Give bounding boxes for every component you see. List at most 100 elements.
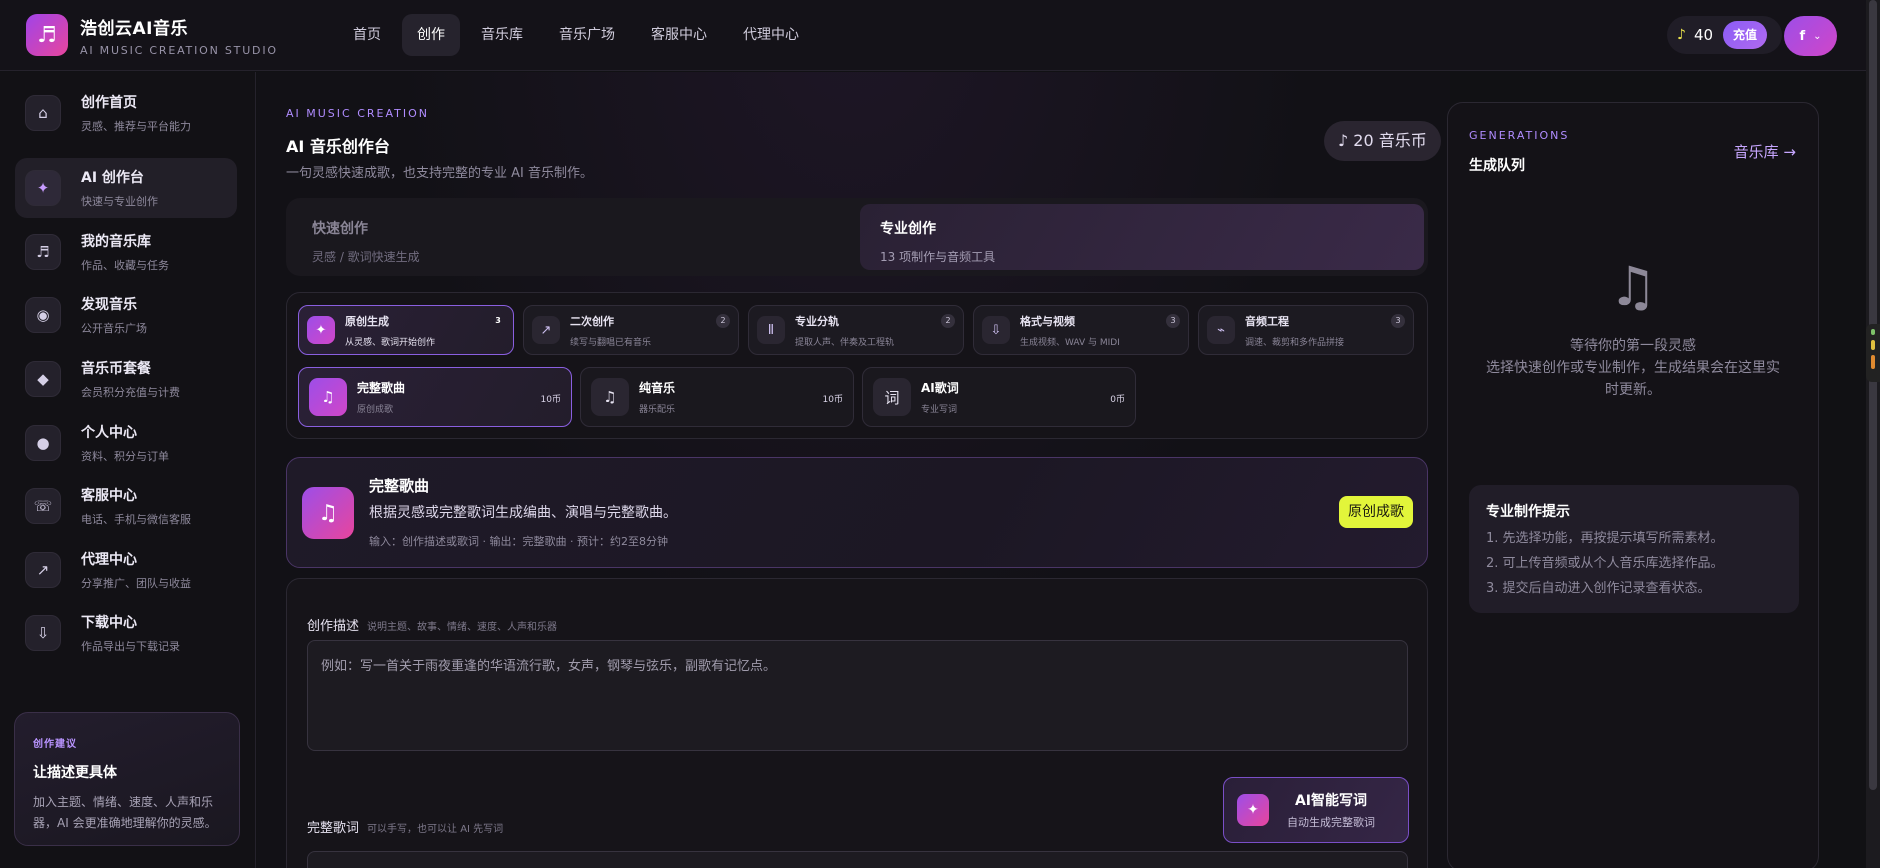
nav-home[interactable]: 首页 <box>338 14 396 56</box>
sidebar-item-profile[interactable]: ● 个人中心 资料、积分与订单 <box>15 413 237 473</box>
sparkle-icon: ✦ <box>25 170 61 206</box>
page-description: 一句灵感快速成歌，也支持完整的专业 AI 音乐制作。 <box>286 166 593 181</box>
tip-body: 加入主题、情绪、速度、人声和乐器，AI 会更准确地理解你的灵感。 <box>33 795 217 830</box>
sidebar-item-title: AI 创作台 <box>81 170 144 186</box>
category-format-video[interactable]: ⇩ 格式与视频生成视频、WAV 与 MIDI 3 <box>973 305 1189 355</box>
panel-title: 生成队列 <box>1469 158 1525 174</box>
tab-quick-create[interactable]: 快速创作 灵感 / 歌词快速生成 <box>292 204 856 270</box>
lyrics-icon: 词 <box>873 378 911 416</box>
sidebar-item-create-home[interactable]: ⌂ 创作首页 灵感、推荐与平台能力 <box>15 83 237 143</box>
download-icon: ⇩ <box>982 316 1010 344</box>
music-library-link[interactable]: 音乐库 → <box>1734 141 1796 162</box>
tip-line: 1. 先选择功能，再按提示填写所需素材。 <box>1486 531 1724 546</box>
detail-description: 根据灵感或完整歌词生成编曲、演唱与完整歌曲。 <box>369 505 677 521</box>
nav-music-plaza[interactable]: 音乐广场 <box>544 14 630 56</box>
lyrics-label-text: 完整歌词 <box>307 821 360 836</box>
category-sub: 生成视频、WAV 与 MIDI <box>1020 337 1120 348</box>
panel-eyebrow: GENERATIONS <box>1469 129 1570 142</box>
function-title: 完整歌曲 <box>357 381 406 395</box>
category-count: 2 <box>716 314 730 328</box>
sidebar-item-sub: 公开音乐广场 <box>81 322 147 335</box>
category-sub: 提取人声、伴奏及工程轨 <box>795 337 895 348</box>
tab-pro-create[interactable]: 专业创作 13 项制作与音频工具 <box>860 204 1424 270</box>
main-nav: 首页 创作 音乐库 音乐广场 客服中心 代理中心 <box>338 14 814 56</box>
description-hint: 说明主题、故事、情绪、速度、人声和乐器 <box>367 622 558 633</box>
ai-write-lyrics-button[interactable]: ✦ AI智能写词 自动生成完整歌词 <box>1223 777 1409 843</box>
category-original[interactable]: ✦ 原创生成 从灵感、歌词开始创作 3 <box>298 305 514 355</box>
music-note-icon: ♫ <box>302 487 354 539</box>
category-derivative[interactable]: ↗ 二次创作 续写与翻唱已有音乐 2 <box>523 305 739 355</box>
waveform-icon: ⌁ <box>1207 316 1235 344</box>
category-count: 3 <box>1391 314 1405 328</box>
function-title: AI歌词 <box>921 381 959 395</box>
tip-label: 创作建议 <box>33 739 77 750</box>
creation-tip-card: 创作建议 让描述更具体 加入主题、情绪、速度、人声和乐器，AI 会更准确地理解你… <box>14 712 240 846</box>
function-instrumental[interactable]: ♫ 纯音乐 器乐配乐 10币 <box>580 367 854 427</box>
description-input[interactable] <box>307 640 1408 751</box>
scrollbar-thumb[interactable] <box>1869 0 1877 790</box>
sidebar-item-sub: 作品、收藏与任务 <box>81 259 169 272</box>
coin-balance-badge: ♪ 20 音乐币 <box>1324 121 1441 161</box>
tab-subtitle: 灵感 / 歌词快速生成 <box>312 250 420 264</box>
sidebar-item-title: 创作首页 <box>81 95 137 111</box>
lyrics-hint: 可以手写，也可以让 AI 先写词 <box>367 824 504 835</box>
music-note-icon: ♫ <box>591 378 629 416</box>
main-content: AI MUSIC CREATION AI 音乐创作台 一句灵感快速成歌，也支持完… <box>257 72 1450 868</box>
nav-agent[interactable]: 代理中心 <box>728 14 814 56</box>
sidebar-item-coin-plans[interactable]: ◆ 音乐币套餐 会员积分充值与计费 <box>15 349 237 409</box>
category-count: 3 <box>495 316 501 325</box>
credits-pill[interactable]: ♪ 40 充值 <box>1667 16 1782 54</box>
original-song-tag[interactable]: 原创成歌 <box>1339 496 1413 528</box>
sidebar-item-downloads[interactable]: ⇩ 下载中心 作品导出与下载记录 <box>15 603 237 663</box>
lyrics-input[interactable] <box>307 851 1408 868</box>
category-sub: 从灵感、歌词开始创作 <box>345 337 436 348</box>
sidebar-item-title: 代理中心 <box>81 552 137 568</box>
sidebar-item-my-library[interactable]: ♬ 我的音乐库 作品、收藏与任务 <box>15 222 237 282</box>
sidebar-item-agent[interactable]: ↗ 代理中心 分享推广、团队与收益 <box>15 540 237 600</box>
sparkle-icon: ✦ <box>307 316 335 344</box>
phone-icon: ☏ <box>25 488 61 524</box>
mode-switcher: 快速创作 灵感 / 歌词快速生成 专业创作 13 项制作与音频工具 <box>286 198 1428 276</box>
brand[interactable]: ♬ 浩创云AI音乐 AI MUSIC CREATION STUDIO <box>26 14 296 57</box>
function-ai-lyrics[interactable]: 词 AI歌词 专业写词 0币 <box>862 367 1136 427</box>
sidebar-item-discover[interactable]: ◉ 发现音乐 公开音乐广场 <box>15 285 237 345</box>
category-count: 3 <box>1166 314 1180 328</box>
music-note-logo-icon: ♬ <box>26 14 68 56</box>
sidebar-item-title: 下载中心 <box>81 615 137 631</box>
sidebar-item-sub: 会员积分充值与计费 <box>81 386 180 399</box>
arrow-up-right-icon: ↗ <box>25 552 61 588</box>
music-note-icon: ♫ <box>309 378 347 416</box>
category-audio-engineering[interactable]: ⌁ 音频工程 调速、裁剪和多作品拼接 3 <box>1198 305 1414 355</box>
nav-support[interactable]: 客服中心 <box>636 14 722 56</box>
nav-music-library[interactable]: 音乐库 <box>466 14 538 56</box>
tab-title: 快速创作 <box>312 221 368 237</box>
tip-title: 让描述更具体 <box>33 765 117 781</box>
user-avatar-menu[interactable]: f ⌄ <box>1784 16 1837 56</box>
creation-form: 创作描述说明主题、故事、情绪、速度、人声和乐器 ✦ AI智能写词 自动生成完整歌… <box>286 578 1428 868</box>
function-full-song[interactable]: ♫ 完整歌曲 原创成歌 10币 <box>298 367 572 427</box>
tip-line: 3. 提交后自动进入创作记录查看状态。 <box>1486 581 1711 596</box>
page-scrollbar[interactable] <box>1866 0 1880 868</box>
sidebar-item-support[interactable]: ☏ 客服中心 电话、手机与微信客服 <box>15 476 237 536</box>
chevron-down-icon: ⌄ <box>1813 30 1822 42</box>
function-price: 0币 <box>1110 395 1125 405</box>
recharge-button[interactable]: 充值 <box>1723 21 1768 49</box>
sidebar-item-title: 发现音乐 <box>81 297 137 313</box>
sidebar-item-sub: 灵感、推荐与平台能力 <box>81 120 191 133</box>
split-tracks-icon: Ⅱ <box>757 316 785 344</box>
tips-title: 专业制作提示 <box>1486 504 1570 520</box>
sidebar-item-sub: 作品导出与下载记录 <box>81 640 180 653</box>
category-stems[interactable]: Ⅱ 专业分轨 提取人声、伴奏及工程轨 2 <box>748 305 964 355</box>
nav-create[interactable]: 创作 <box>402 14 460 56</box>
function-desc: 器乐配乐 <box>639 405 676 415</box>
sidebar: ⌂ 创作首页 灵感、推荐与平台能力 ✦ AI 创作台 快速与专业创作 ♬ 我的音乐库… <box>0 72 256 868</box>
top-bar: ♬ 浩创云AI音乐 AI MUSIC CREATION STUDIO 首页 创作… <box>0 0 1866 71</box>
floating-widget-handle[interactable] <box>1866 324 1880 382</box>
category-title: 二次创作 <box>570 314 614 328</box>
empty-state-description: 选择快速创作或专业制作，生成结果会在这里实时更新。 <box>1486 360 1780 398</box>
category-title: 格式与视频 <box>1020 314 1075 328</box>
sidebar-item-sub: 电话、手机与微信客服 <box>81 513 191 526</box>
sidebar-item-ai-studio[interactable]: ✦ AI 创作台 快速与专业创作 <box>15 158 237 218</box>
tip-line: 2. 可上传音频或从个人音乐库选择作品。 <box>1486 556 1724 571</box>
detail-title: 完整歌曲 <box>369 477 430 495</box>
